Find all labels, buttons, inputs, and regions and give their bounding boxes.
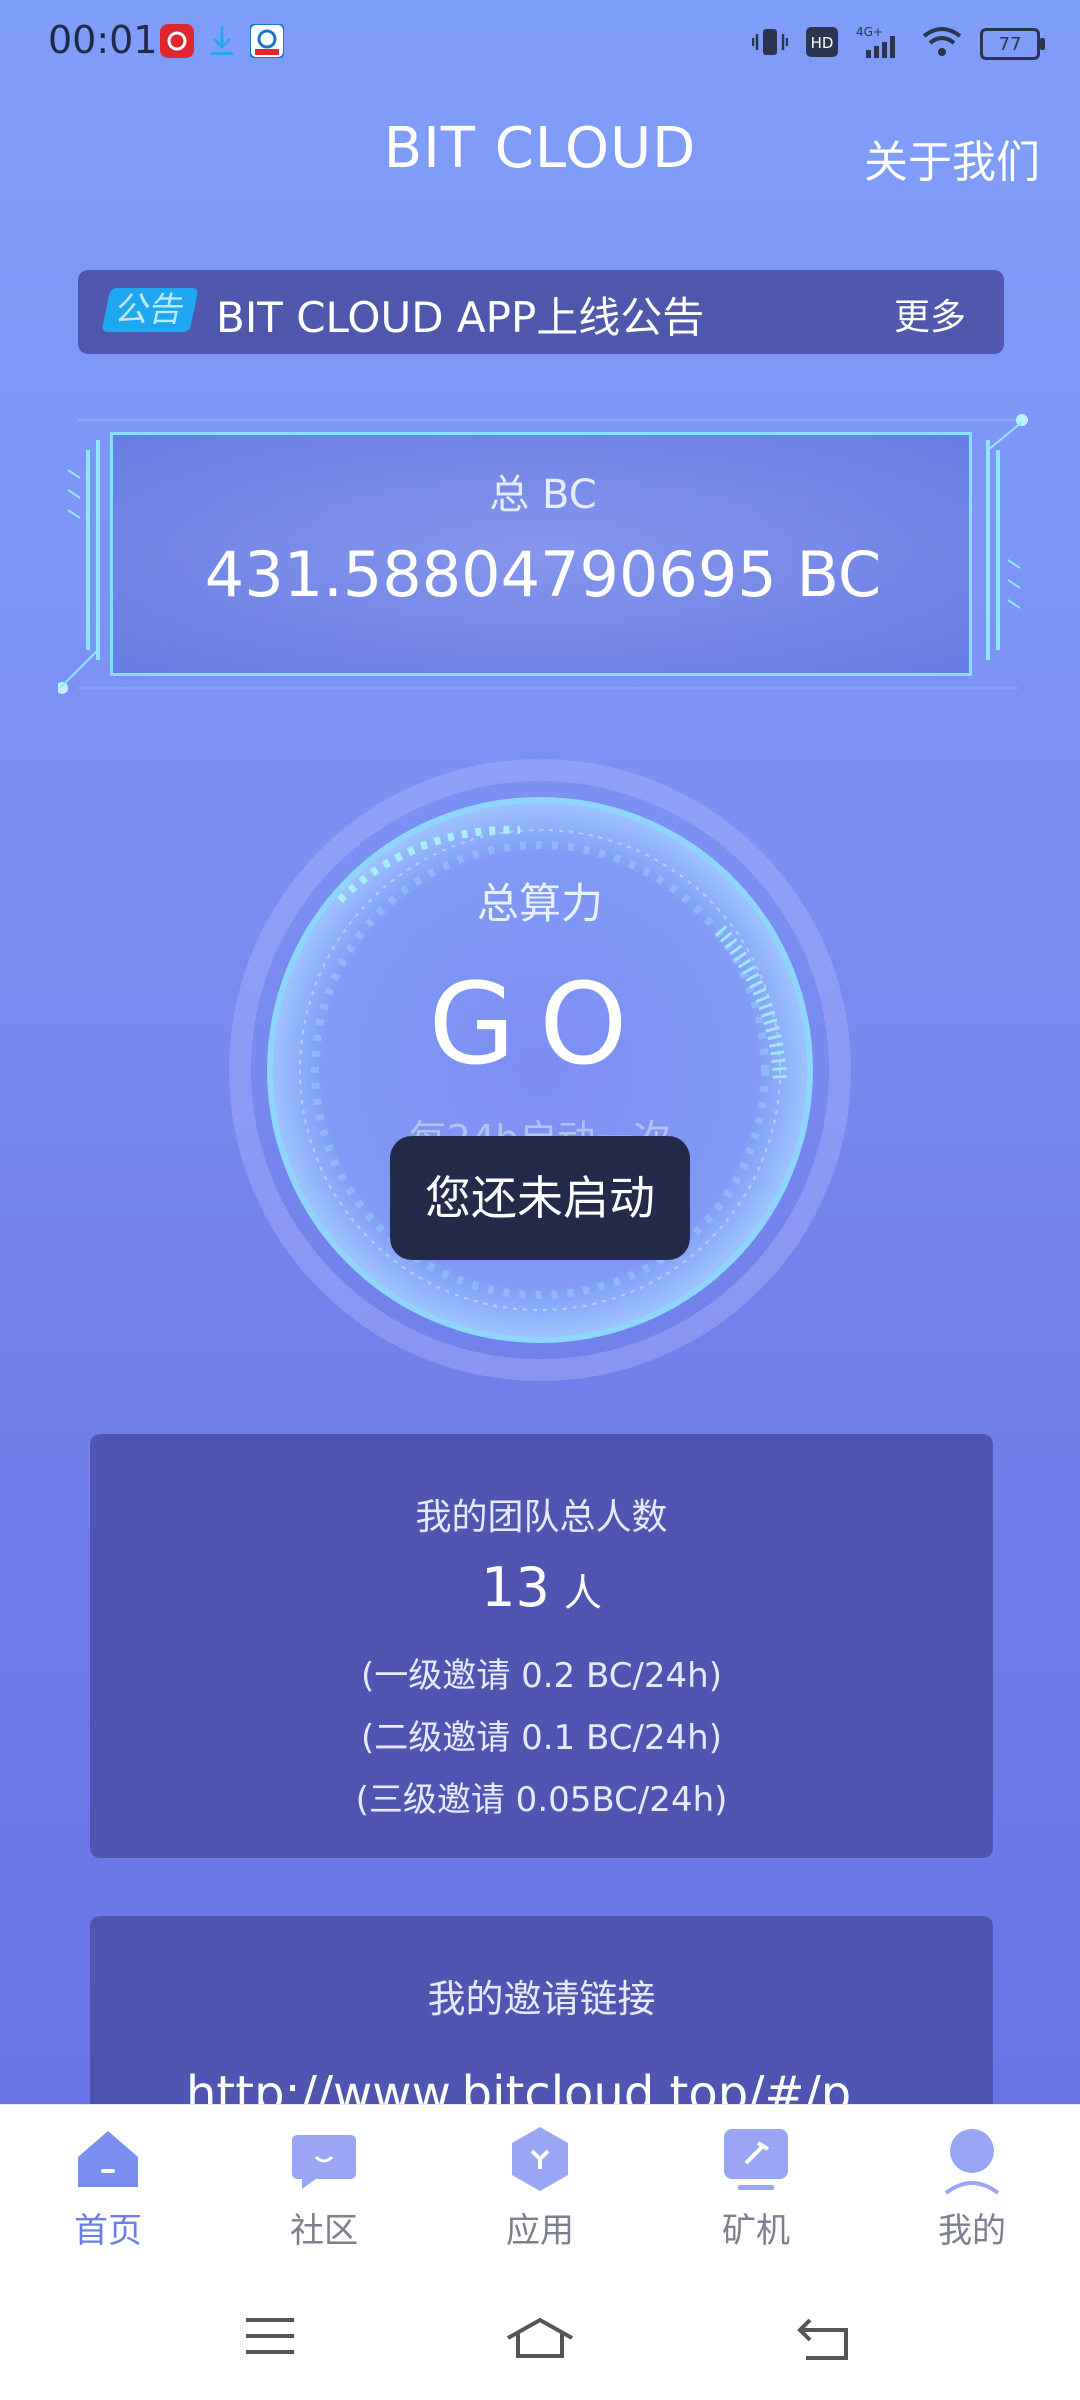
user-icon: [944, 2129, 1000, 2195]
svg-text:HD: HD: [811, 34, 834, 52]
nav-item-apps[interactable]: 应用: [432, 2123, 648, 2252]
netease-music-icon: [160, 24, 194, 62]
total-power-label: 总算力: [476, 879, 603, 928]
nav-label-profile: 我的: [938, 2211, 1006, 2251]
team-count: 13 人: [90, 1556, 993, 1619]
balance-value: 431.58804790695 BC: [204, 538, 882, 611]
hexagon-app-icon: [512, 2127, 568, 2191]
go-start-button[interactable]: GO: [0, 960, 1080, 1090]
home-icon: [78, 2131, 138, 2187]
balance-label: 总 BC: [489, 472, 597, 518]
invite-title: 我的邀请链接: [427, 1977, 656, 2021]
wifi-icon: [922, 26, 962, 62]
system-nav-bar: [0, 2272, 1080, 2400]
team-title: 我的团队总人数: [415, 1497, 668, 1538]
invite-tier-3: (三级邀请 0.05BC/24h): [355, 1780, 728, 1820]
app-notification-icon: [249, 23, 285, 62]
nav-item-community[interactable]: 社区: [216, 2123, 432, 2252]
vibrate-icon: [751, 26, 789, 62]
nav-label-community: 社区: [290, 2211, 358, 2251]
back-icon[interactable]: [796, 2316, 850, 2364]
team-card: 我的团队总人数 13 人 (一级邀请 0.2 BC/24h) (二级邀请 0.1 …: [90, 1434, 993, 1858]
not-started-toast: 您还未启动: [390, 1136, 690, 1260]
announcement-text[interactable]: BIT CLOUD APP上线公告: [216, 284, 704, 345]
nav-item-profile[interactable]: 我的: [864, 2123, 1080, 2252]
bottom-nav: 首页 社区 应用 矿机 我的: [0, 2104, 1080, 2273]
invite-tier-2: (二级邀请 0.1 BC/24h): [361, 1718, 722, 1758]
announcement-more-link[interactable]: 更多: [894, 288, 966, 340]
announcement-tag: 公告: [101, 288, 199, 332]
menu-icon[interactable]: [244, 2316, 296, 2360]
team-count-value: 13: [481, 1556, 550, 1619]
hd-icon: HD: [806, 27, 838, 61]
balance-panel: 总 BC 431.58804790695 BC: [58, 410, 1028, 700]
status-icons: HD 4G+ 77: [751, 22, 1045, 66]
invite-tier-1: (一级邀请 0.2 BC/24h): [361, 1656, 722, 1696]
status-bar: 00:01 HD 4G+ 77: [0, 0, 1080, 84]
status-time: 00:01: [48, 18, 158, 62]
chat-bubble-icon: [292, 2135, 356, 2189]
battery-level: 77: [998, 33, 1022, 55]
nav-label-home: 首页: [74, 2211, 142, 2251]
download-icon: [208, 24, 236, 62]
team-count-unit: 人: [563, 1571, 602, 1615]
home-button-icon[interactable]: [504, 2316, 576, 2364]
svg-text:4G+: 4G+: [856, 25, 883, 39]
nav-label-apps: 应用: [506, 2211, 574, 2251]
nav-label-miner: 矿机: [722, 2211, 790, 2251]
about-us-link[interactable]: 关于我们: [864, 126, 1040, 190]
miner-icon: [724, 2129, 788, 2190]
nav-item-miner[interactable]: 矿机: [648, 2123, 864, 2252]
announcement-bar[interactable]: 公告 BIT CLOUD APP上线公告 更多: [78, 270, 1004, 354]
nav-item-home[interactable]: 首页: [0, 2123, 216, 2252]
signal-4g-icon: 4G+: [856, 24, 904, 64]
battery-icon: 77: [980, 28, 1045, 60]
